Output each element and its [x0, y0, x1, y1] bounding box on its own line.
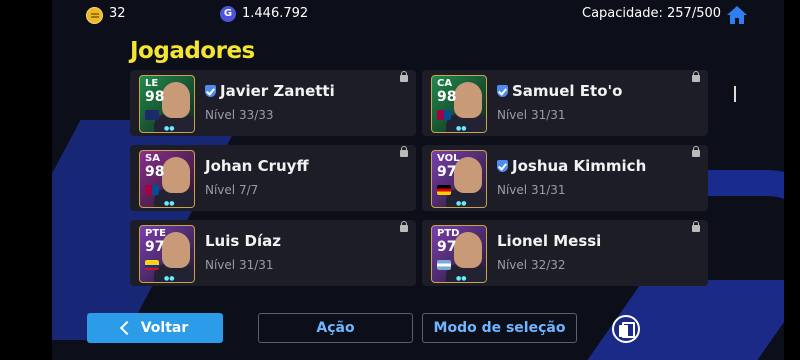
- player-card[interactable]: ●● VOL 97 Joshua Kimmich Nível 31/31: [422, 145, 708, 211]
- flag-icon: [145, 185, 159, 195]
- player-name: Luis Díaz: [205, 232, 281, 250]
- player-card[interactable]: ●● SA 98 Johan Cruyff Nível 7/7: [130, 145, 416, 211]
- player-card-image: ●● LE 98: [139, 75, 195, 133]
- verified-badge-icon: [497, 85, 508, 97]
- player-photo: [162, 232, 190, 268]
- coin-balance: 32: [109, 6, 126, 21]
- gp-icon: G: [220, 6, 236, 22]
- skill-dots-icon: ●●: [164, 275, 175, 282]
- squad-capacity: Capacidade: 257/500: [582, 6, 722, 21]
- player-list[interactable]: ●● LE 98 Javier Zanetti Nível 33/33 ●● CA 98 Sam…: [130, 70, 710, 308]
- skill-dots-icon: ●●: [456, 200, 467, 207]
- flag-icon: [437, 260, 451, 270]
- lock-icon: [692, 146, 700, 157]
- chevron-left-icon: [119, 320, 134, 336]
- player-card-image: ●● PTE 97: [139, 225, 195, 283]
- action-button-label: Ação: [316, 320, 355, 336]
- coin-icon: [86, 7, 103, 24]
- player-level: Nível 31/31: [497, 108, 566, 122]
- player-rating: 98: [437, 89, 457, 105]
- flag-icon: [145, 260, 159, 270]
- player-card-image: ●● SA 98: [139, 150, 195, 208]
- skill-dots-icon: ●●: [456, 125, 467, 132]
- skill-dots-icon: ●●: [164, 200, 175, 207]
- player-position: PTD: [437, 228, 460, 239]
- player-rating: 97: [437, 164, 457, 180]
- player-name: Joshua Kimmich: [497, 157, 646, 175]
- lock-icon: [400, 221, 408, 232]
- player-photo: [162, 82, 190, 118]
- lock-icon: [692, 71, 700, 82]
- lock-icon: [400, 71, 408, 82]
- player-position: LE: [145, 78, 159, 89]
- player-position: SA: [145, 153, 160, 164]
- player-level: Nível 32/32: [497, 258, 566, 272]
- player-name: Samuel Eto'o: [497, 82, 622, 100]
- player-photo: [162, 157, 190, 193]
- player-rating: 98: [145, 89, 165, 105]
- player-card-image: ●● CA 98: [431, 75, 487, 133]
- selection-mode-label: Modo de seleção: [433, 320, 566, 336]
- player-card-image: ●● VOL 97: [431, 150, 487, 208]
- player-position: CA: [437, 78, 453, 89]
- skill-dots-icon: ●●: [456, 275, 467, 282]
- player-position: PTE: [145, 228, 166, 239]
- player-position: VOL: [437, 153, 460, 164]
- player-level: Nível 7/7: [205, 183, 259, 197]
- player-name: Javier Zanetti: [205, 82, 335, 100]
- verified-badge-icon: [497, 160, 508, 172]
- player-rating: 98: [145, 164, 165, 180]
- player-level: Nível 31/31: [205, 258, 274, 272]
- lock-icon: [400, 146, 408, 157]
- home-icon[interactable]: [726, 5, 748, 25]
- copy-icon[interactable]: [612, 315, 640, 343]
- player-card[interactable]: ●● PTD 97 Lionel Messi Nível 32/32: [422, 220, 708, 286]
- player-photo: [454, 82, 482, 118]
- player-name: Johan Cruyff: [205, 157, 309, 175]
- selection-mode-button[interactable]: Modo de seleção: [422, 313, 577, 343]
- flag-icon: [437, 110, 451, 120]
- page-title: Jogadores: [130, 38, 255, 64]
- back-button-label: Voltar: [140, 320, 189, 336]
- scrollbar[interactable]: [734, 86, 736, 102]
- player-rating: 97: [145, 239, 165, 255]
- top-bar: 32 G 1.446.792 Capacidade: 257/500: [52, 0, 784, 30]
- player-card[interactable]: ●● PTE 97 Luis Díaz Nível 31/31: [130, 220, 416, 286]
- player-level: Nível 33/33: [205, 108, 274, 122]
- player-card-image: ●● PTD 97: [431, 225, 487, 283]
- action-button[interactable]: Ação: [258, 313, 413, 343]
- player-name: Lionel Messi: [497, 232, 602, 250]
- gp-balance: 1.446.792: [242, 6, 309, 21]
- skill-dots-icon: ●●: [164, 125, 175, 132]
- player-card[interactable]: ●● LE 98 Javier Zanetti Nível 33/33: [130, 70, 416, 136]
- player-rating: 97: [437, 239, 457, 255]
- verified-badge-icon: [205, 85, 216, 97]
- lock-icon: [692, 221, 700, 232]
- player-card[interactable]: ●● CA 98 Samuel Eto'o Nível 31/31: [422, 70, 708, 136]
- back-button[interactable]: Voltar: [87, 313, 223, 343]
- flag-icon: [437, 185, 451, 195]
- game-screen: 32 G 1.446.792 Capacidade: 257/500 Jogad…: [52, 0, 784, 360]
- player-level: Nível 31/31: [497, 183, 566, 197]
- flag-icon: [145, 110, 159, 120]
